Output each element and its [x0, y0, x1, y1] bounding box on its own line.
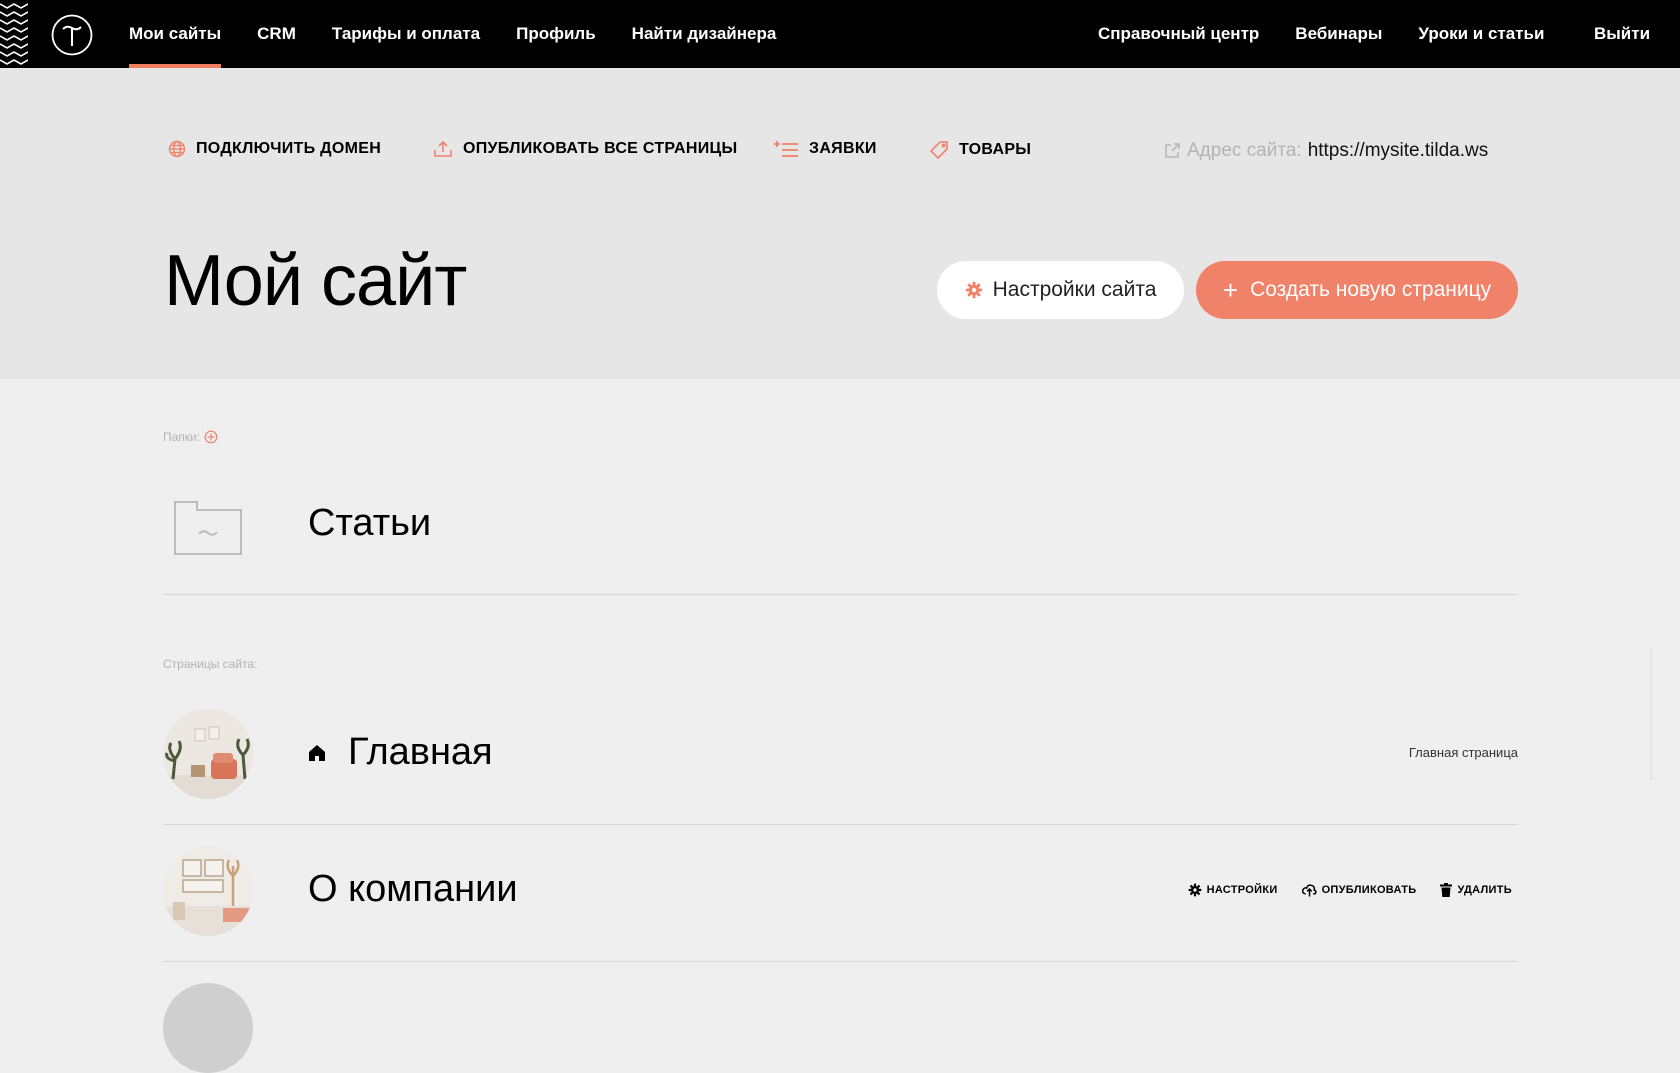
tilda-logo-icon[interactable] [51, 14, 93, 56]
leads-label: ЗАЯВКИ [809, 140, 877, 157]
site-header-panel [0, 68, 1680, 379]
products-button[interactable]: ТОВАРЫ [929, 140, 1031, 160]
plus-icon: + [1222, 275, 1239, 305]
main-nav: Мои сайты CRM Тарифы и оплата Профиль На… [129, 0, 812, 68]
tag-icon [929, 141, 948, 160]
cloud-upload-icon [1301, 884, 1317, 897]
upload-icon [434, 140, 452, 157]
folders-label: Папки: [163, 430, 201, 444]
external-link-icon [1165, 143, 1180, 158]
page-row-home[interactable]: Главная Главная страница [163, 687, 1518, 825]
page-actions: НАСТРОЙКИ ОПУБЛИКОВАТЬ УДАЛИТЬ [1164, 883, 1512, 897]
nav-crm[interactable]: CRM [257, 0, 296, 68]
folder-row[interactable]: Статьи [163, 470, 1518, 595]
page-thumbnail[interactable] [163, 846, 253, 936]
page-name-about[interactable]: О компании [308, 868, 518, 911]
publish-all-button[interactable]: ОПУБЛИКОВАТЬ ВСЕ СТРАНИЦЫ [433, 140, 737, 158]
site-address: Адрес сайта: https://mysite.tilda.ws [1163, 140, 1488, 162]
nav-help-center[interactable]: Справочный центр [1098, 0, 1259, 68]
page-thumbnail-partial[interactable] [163, 983, 253, 1073]
bedroom-thumbnail-icon [163, 846, 253, 936]
page-thumbnail[interactable] [163, 709, 253, 799]
pages-section-label: Страницы сайта: [163, 657, 257, 671]
leads-button[interactable]: ЗАЯВКИ [773, 140, 877, 158]
add-folder-icon[interactable] [204, 430, 218, 444]
page-settings-button[interactable]: НАСТРОЙКИ [1188, 883, 1278, 897]
page-settings-label: НАСТРОЙКИ [1206, 884, 1278, 896]
zigzag-pattern-icon [0, 3, 28, 65]
page-name-home-label: Главная [348, 731, 493, 773]
nav-find-designer[interactable]: Найти дизайнера [632, 0, 777, 68]
page-row-about[interactable]: О компании НАСТРОЙКИ ОПУБЛИКОВАТЬ УДАЛИТ… [163, 824, 1518, 962]
products-label: ТОВАРЫ [959, 141, 1032, 158]
folder-icon [174, 501, 242, 555]
create-page-label: Создать новую страницу [1250, 278, 1492, 301]
nav-profile[interactable]: Профиль [516, 0, 596, 68]
folders-section-label: Папки: [163, 430, 218, 444]
globe-icon [168, 140, 186, 158]
connect-domain-label: ПОДКЛЮЧИТЬ ДОМЕН [196, 140, 382, 157]
publish-all-label: ОПУБЛИКОВАТЬ ВСЕ СТРАНИЦЫ [463, 140, 738, 157]
page-delete-button[interactable]: УДАЛИТЬ [1440, 883, 1512, 897]
nav-lessons[interactable]: Уроки и статьи [1418, 0, 1544, 68]
home-page-badge: Главная страница [1408, 745, 1518, 760]
page-publish-button[interactable]: ОПУБЛИКОВАТЬ [1301, 883, 1417, 897]
top-navigation-bar: Мои сайты CRM Тарифы и оплата Профиль На… [0, 0, 1680, 68]
site-address-label: Адрес сайта: [1187, 140, 1302, 161]
folder-name[interactable]: Статьи [308, 502, 431, 545]
trash-icon [1440, 883, 1453, 897]
nav-webinars[interactable]: Вебинары [1295, 0, 1382, 68]
page-publish-label: ОПУБЛИКОВАТЬ [1321, 884, 1417, 896]
gear-icon [1188, 883, 1201, 897]
page-name-home[interactable]: Главная [308, 731, 493, 774]
home-icon [309, 744, 325, 761]
secondary-nav: Справочный центр Вебинары Уроки и статьи [1098, 0, 1580, 68]
logout-link[interactable]: Выйти [1594, 0, 1650, 68]
nav-my-sites[interactable]: Мои сайты [129, 0, 222, 68]
page-delete-label: УДАЛИТЬ [1457, 884, 1512, 896]
site-address-link[interactable]: https://mysite.tilda.ws [1308, 140, 1489, 162]
list-plus-icon [774, 141, 798, 157]
create-page-button[interactable]: + Создать новую страницу [1196, 261, 1518, 319]
site-settings-button[interactable]: Настройки сайта [937, 261, 1184, 319]
pages-label: Страницы сайта: [163, 657, 258, 671]
connect-domain-button[interactable]: ПОДКЛЮЧИТЬ ДОМЕН [168, 140, 381, 158]
nav-tariffs[interactable]: Тарифы и оплата [332, 0, 480, 68]
page-title: Мой сайт [164, 241, 467, 321]
gear-icon [965, 281, 982, 299]
site-settings-label: Настройки сайта [992, 278, 1157, 301]
scrollbar-track[interactable] [1650, 650, 1652, 780]
living-room-thumbnail-icon [163, 709, 253, 799]
